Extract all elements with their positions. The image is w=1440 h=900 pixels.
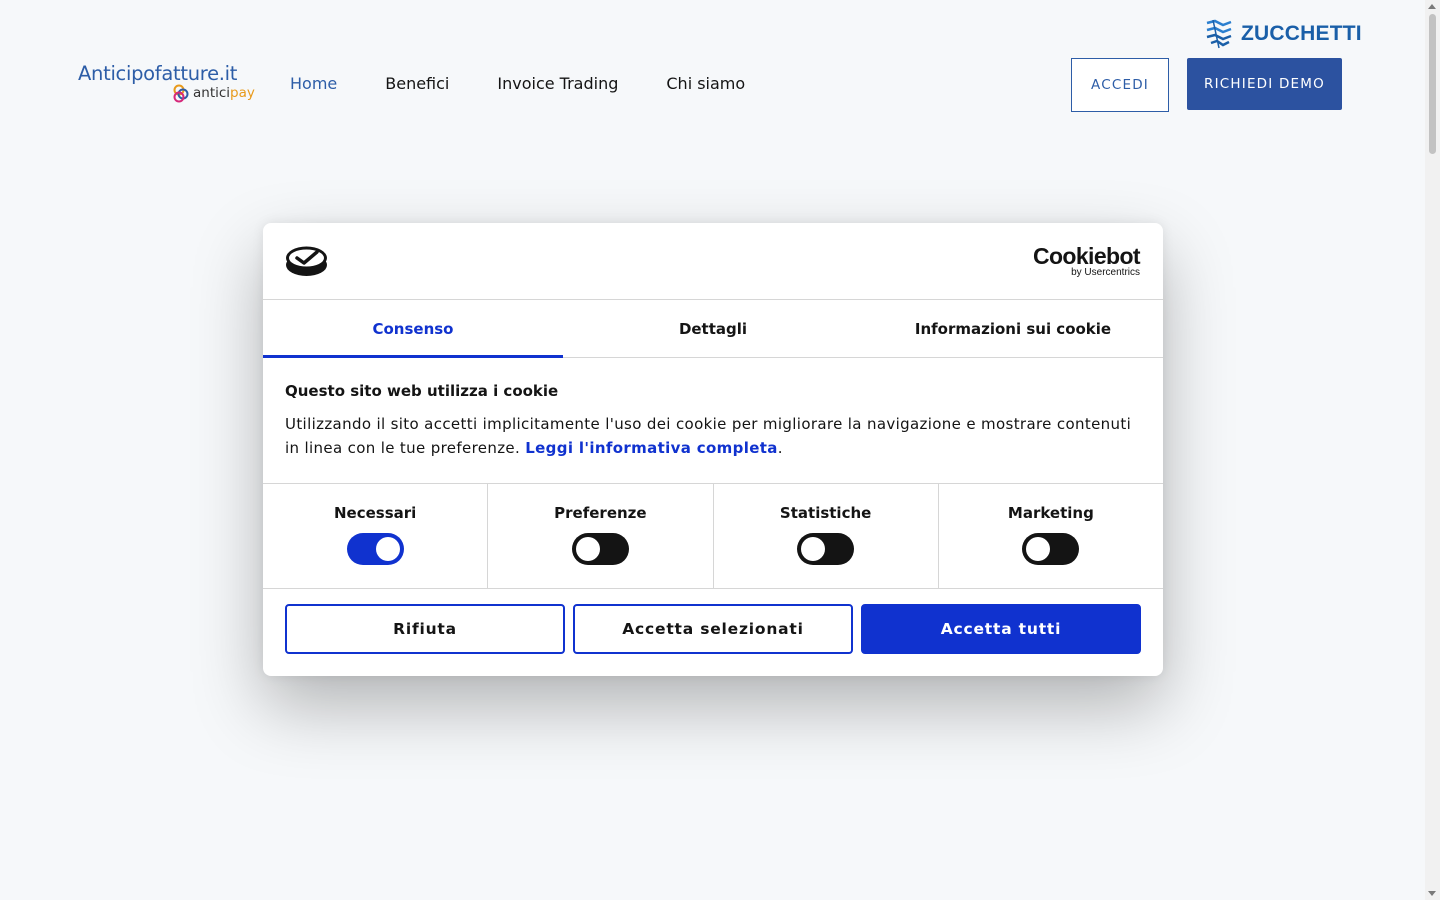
zucchetti-mark-icon [1206,19,1232,49]
nav-home[interactable]: Home [290,74,337,93]
scroll-down-icon[interactable] [1428,891,1436,896]
cookiebot-mark-icon [286,246,327,276]
cookiebot-name: Cookiebot [1032,243,1141,269]
toggle-necessari-group: Necessari [263,484,489,588]
zucchetti-logo[interactable]: ZUCCHETTI [1205,19,1362,49]
toggle-knob [575,537,600,561]
dialog-heading: Questo sito web utilizza i cookie [285,382,559,400]
toggle-knob [375,537,400,561]
logo-main-text: Anticipofatture.it [78,62,238,85]
reject-button[interactable]: Rifiuta [285,604,565,654]
dialog-actions: Rifiuta Accetta selezionati Accetta tutt… [263,589,1163,654]
policy-link[interactable]: Leggi l'informativa completa [525,439,778,457]
toggle-knob [1026,537,1051,561]
toggle-necessari-label: Necessari [333,504,417,522]
cookie-consent-dialog: Cookiebot by Usercentrics Consenso Detta… [263,223,1163,676]
site-logo[interactable]: Anticipofatture.it antici pay [78,62,255,106]
toggle-statistiche[interactable] [797,533,855,565]
toggle-marketing-label: Marketing [1007,504,1094,522]
tab-informazioni[interactable]: Informazioni sui cookie [863,300,1163,357]
scrollbar-thumb[interactable] [1429,14,1436,154]
logo-sub-2: pay [230,85,255,101]
logo-sub-1: antici [193,85,231,101]
consent-toggles: Necessari Preferenze Statistiche Marketi… [263,484,1163,589]
accept-all-button[interactable]: Accetta tutti [861,604,1141,654]
dialog-header: Cookiebot by Usercentrics [263,223,1163,300]
dialog-body-end: . [777,439,783,457]
toggle-statistiche-group: Statistiche [714,484,939,588]
toggle-preferenze-label: Preferenze [554,504,647,522]
accept-selected-button[interactable]: Accetta selezionati [573,604,853,654]
toggle-preferenze-group: Preferenze [488,484,714,588]
toggle-marketing[interactable] [1022,533,1080,565]
dialog-body: Questo sito web utilizza i cookie Utiliz… [263,358,1163,484]
logo-sub: antici pay [172,83,255,103]
toggle-preferenze[interactable] [571,533,629,565]
tab-dettagli[interactable]: Dettagli [563,300,863,357]
zucchetti-label: ZUCCHETTI [1241,22,1362,45]
cookiebot-sub: by Usercentrics [1071,267,1140,278]
nav-chi-siamo[interactable]: Chi siamo [666,74,745,93]
toggle-marketing-group: Marketing [939,484,1163,588]
tab-consenso[interactable]: Consenso [263,300,563,358]
nav-benefici[interactable]: Benefici [385,74,449,93]
dialog-text: Utilizzando il sito accetti implicitamen… [285,412,1141,460]
toggle-knob [801,537,826,561]
nav-invoice-trading[interactable]: Invoice Trading [497,74,618,93]
toggle-statistiche-label: Statistiche [779,504,872,522]
main-nav: Home Benefici Invoice Trading Chi siamo [290,74,793,93]
request-demo-button[interactable]: RICHIEDI DEMO [1187,58,1342,110]
anticipay-rings-icon [173,84,189,103]
cookiebot-brand[interactable]: Cookiebot by Usercentrics [1032,243,1141,278]
scroll-up-icon[interactable] [1428,4,1436,9]
toggle-necessari[interactable] [346,533,404,565]
page-scrollbar[interactable] [1425,0,1440,900]
dialog-tabs: Consenso Dettagli Informazioni sui cooki… [263,300,1163,358]
login-button[interactable]: ACCEDI [1071,58,1169,112]
